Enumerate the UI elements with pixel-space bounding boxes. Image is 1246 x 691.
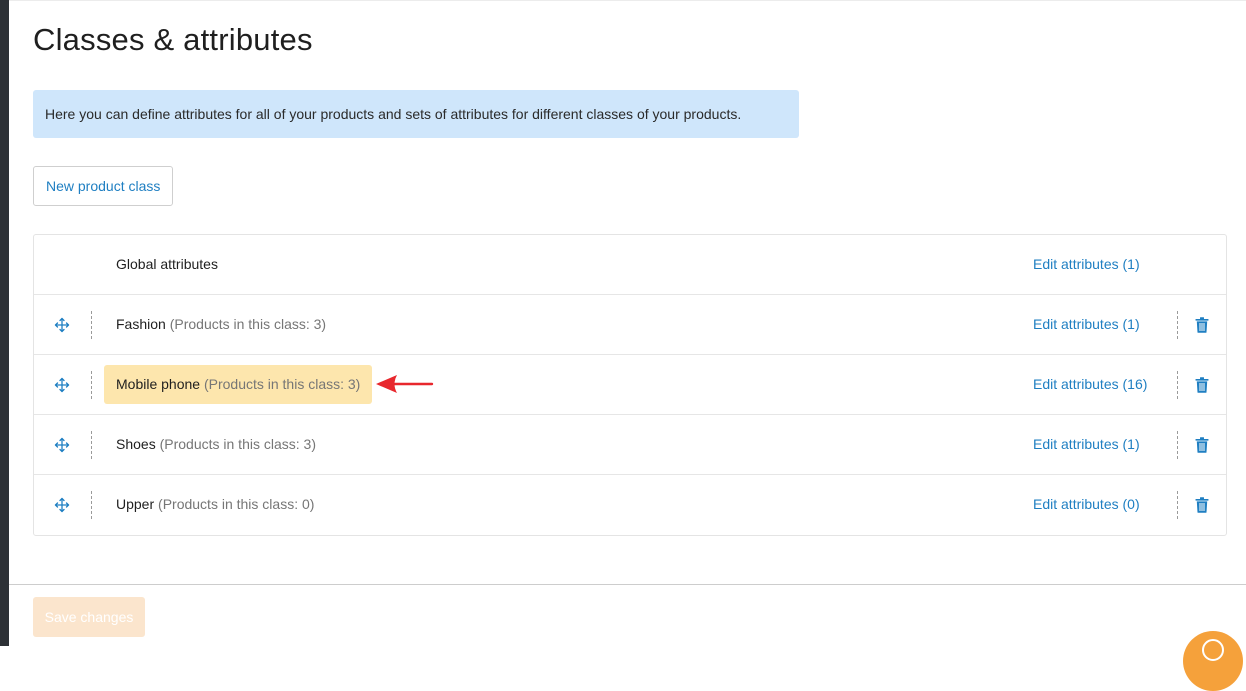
- class-product-count: (Products in this class: 0): [158, 496, 315, 512]
- trash-icon[interactable]: [1195, 437, 1209, 453]
- actions-divider: [1177, 371, 1178, 399]
- class-row-mobile-phone: Mobile phone (Products in this class: 3)…: [34, 355, 1226, 415]
- main-content: Classes & attributes Here you can define…: [9, 0, 1246, 691]
- name-cell: Global attributes: [104, 245, 230, 284]
- global-attributes-label: Global attributes: [116, 256, 218, 272]
- info-message: Here you can define attributes for all o…: [33, 90, 799, 138]
- edit-attributes-link[interactable]: Edit attributes (0): [1033, 496, 1140, 512]
- page-title: Classes & attributes: [33, 22, 313, 57]
- move-arrows-icon[interactable]: [54, 437, 70, 453]
- drag-divider: [91, 491, 92, 519]
- classes-table: Global attributes Edit attributes (1) Fa…: [33, 234, 1227, 536]
- red-arrow-icon: [376, 375, 434, 393]
- name-cell: Fashion (Products in this class: 3): [104, 305, 338, 344]
- move-arrows-icon[interactable]: [54, 317, 70, 333]
- edit-attributes-link[interactable]: Edit attributes (1): [1033, 316, 1140, 332]
- left-sidebar-edge: [0, 0, 9, 646]
- move-arrows-icon[interactable]: [54, 377, 70, 393]
- name-cell: Upper (Products in this class: 0): [104, 485, 326, 524]
- class-name: Fashion: [116, 316, 166, 332]
- name-cell-highlighted: Mobile phone (Products in this class: 3): [104, 365, 373, 404]
- class-name: Mobile phone: [116, 376, 201, 392]
- help-bubble-inner: [1202, 639, 1224, 661]
- actions-divider: [1177, 431, 1178, 459]
- class-row-shoes: Shoes (Products in this class: 3) Edit a…: [34, 415, 1226, 475]
- move-arrows-icon[interactable]: [54, 497, 70, 513]
- drag-divider: [91, 311, 92, 339]
- class-row-fashion: Fashion (Products in this class: 3) Edit…: [34, 295, 1226, 355]
- class-product-count: (Products in this class: 3): [203, 376, 361, 392]
- edit-attributes-link[interactable]: Edit attributes (1): [1033, 436, 1140, 452]
- class-product-count: (Products in this class: 3): [159, 436, 316, 452]
- class-product-count: (Products in this class: 3): [169, 316, 327, 332]
- global-attributes-row: Global attributes Edit attributes (1): [34, 235, 1226, 295]
- footer-divider: [9, 584, 1246, 585]
- class-row-upper: Upper (Products in this class: 0) Edit a…: [34, 475, 1226, 535]
- actions-divider: [1177, 491, 1178, 519]
- trash-icon[interactable]: [1195, 497, 1209, 513]
- class-name: Shoes: [116, 436, 156, 452]
- drag-divider: [91, 371, 92, 399]
- edit-global-attributes-link[interactable]: Edit attributes (1): [1033, 256, 1140, 272]
- drag-divider: [91, 431, 92, 459]
- trash-icon[interactable]: [1195, 377, 1209, 393]
- edit-attributes-link[interactable]: Edit attributes (16): [1033, 376, 1147, 392]
- top-divider: [9, 0, 1246, 1]
- new-product-class-button[interactable]: New product class: [33, 166, 174, 206]
- actions-divider: [1177, 311, 1178, 339]
- trash-icon[interactable]: [1195, 317, 1209, 333]
- class-name: Upper: [116, 496, 155, 512]
- name-cell: Shoes (Products in this class: 3): [104, 425, 328, 464]
- save-changes-button[interactable]: Save changes: [33, 597, 145, 637]
